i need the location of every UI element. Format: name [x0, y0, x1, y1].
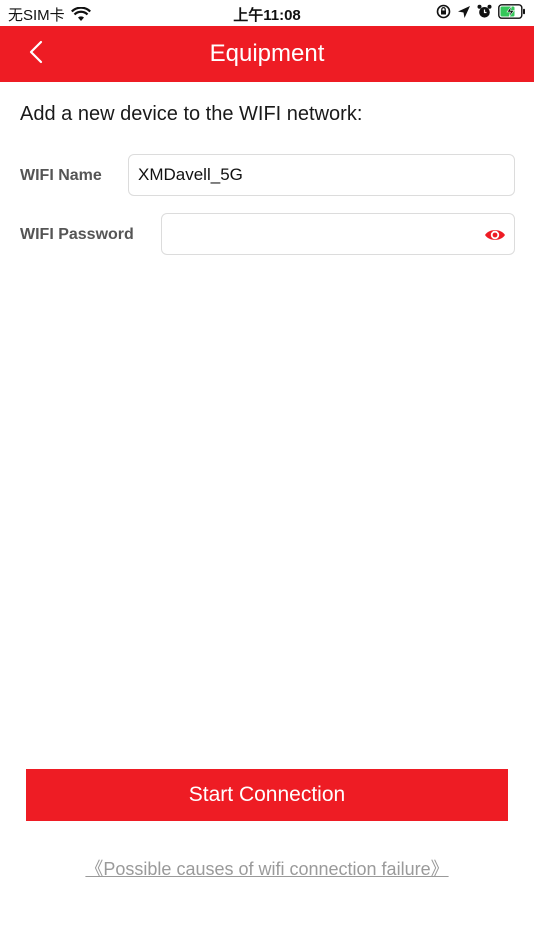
wifi-name-field[interactable]: [128, 154, 515, 196]
eye-icon[interactable]: [484, 225, 506, 245]
wifi-password-field[interactable]: [161, 213, 515, 255]
battery-charging-icon: [498, 4, 526, 19]
wifi-password-label: WIFI Password: [20, 226, 134, 243]
alarm-icon: [477, 4, 492, 19]
page-title: Equipment: [209, 40, 325, 67]
wifi-name-label: WIFI Name: [20, 167, 102, 184]
wifi-name-input[interactable]: [138, 164, 458, 186]
status-right: [436, 4, 526, 19]
wifi-password-input[interactable]: [171, 223, 491, 245]
orientation-lock-icon: [436, 4, 451, 19]
nav-bar: Equipment: [0, 26, 534, 82]
status-bar: 无SIM卡 上午11:08: [0, 0, 534, 26]
form-heading: Add a new device to the WIFI network:: [20, 103, 363, 125]
location-arrow-icon: [457, 5, 471, 19]
start-connection-button[interactable]: Start Connection: [26, 769, 508, 821]
connection-failure-link[interactable]: 《Possible causes of wifi connection fail…: [0, 855, 534, 881]
